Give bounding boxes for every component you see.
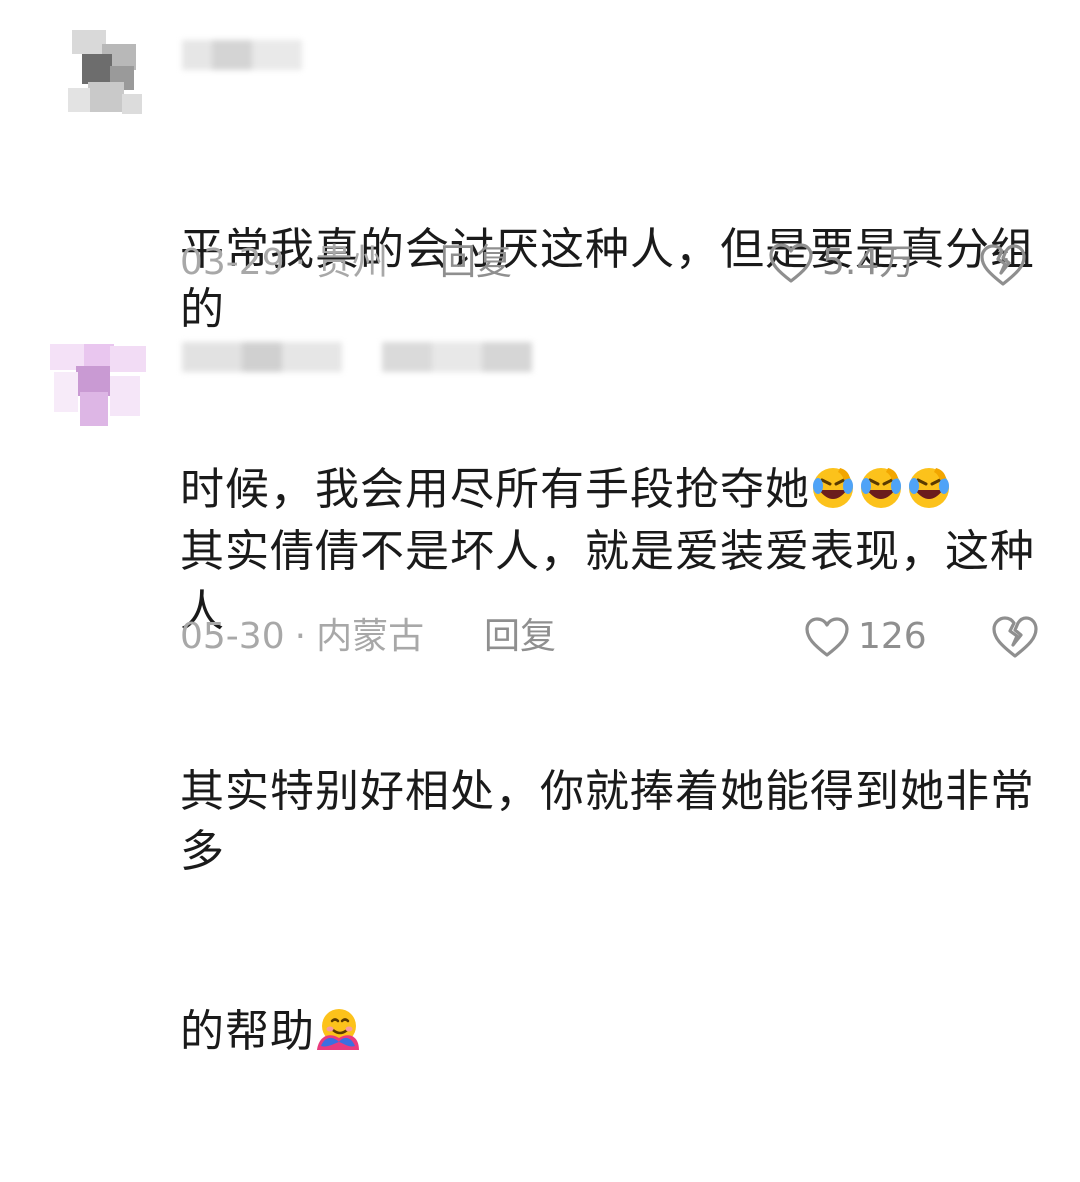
- meta-separator: ·: [294, 616, 307, 657]
- reply-button[interactable]: 回复: [440, 238, 512, 288]
- comment-meta: 05-30 · 内蒙古: [180, 612, 424, 662]
- username-blurred[interactable]: [182, 40, 302, 70]
- comment-line: 的帮助: [180, 1002, 1060, 1062]
- reply-button[interactable]: 回复: [484, 612, 556, 662]
- comment-text: 其实倩倩不是坏人，就是爱装爱表现，这种人 其实特别好相处，你就捧着她能得到她非常…: [180, 402, 1060, 1182]
- like-button[interactable]: 126: [804, 612, 927, 662]
- comment-date: 05-30: [180, 616, 285, 657]
- avatar[interactable]: [50, 336, 146, 432]
- username-blurred[interactable]: [182, 342, 532, 372]
- comment-line: 其实特别好相处，你就捧着她能得到她非常多: [180, 766, 1035, 877]
- comment-location: 贵州: [316, 242, 389, 283]
- like-button[interactable]: 5.4万: [768, 238, 915, 288]
- meta-separator: ·: [294, 242, 307, 283]
- heart-icon: [805, 617, 849, 657]
- like-count: 126: [858, 616, 927, 657]
- broken-heart-icon[interactable]: [978, 240, 1028, 290]
- comment-meta: 03-29 · 贵州: [180, 238, 388, 288]
- avatar[interactable]: [62, 30, 158, 126]
- comment-date: 03-29: [180, 242, 285, 283]
- hugging-face-emoji-icon: [317, 1009, 359, 1050]
- broken-heart-icon[interactable]: [990, 612, 1040, 662]
- comment-location: 内蒙古: [316, 616, 425, 657]
- like-count: 5.4万: [822, 242, 916, 283]
- heart-icon: [769, 243, 813, 283]
